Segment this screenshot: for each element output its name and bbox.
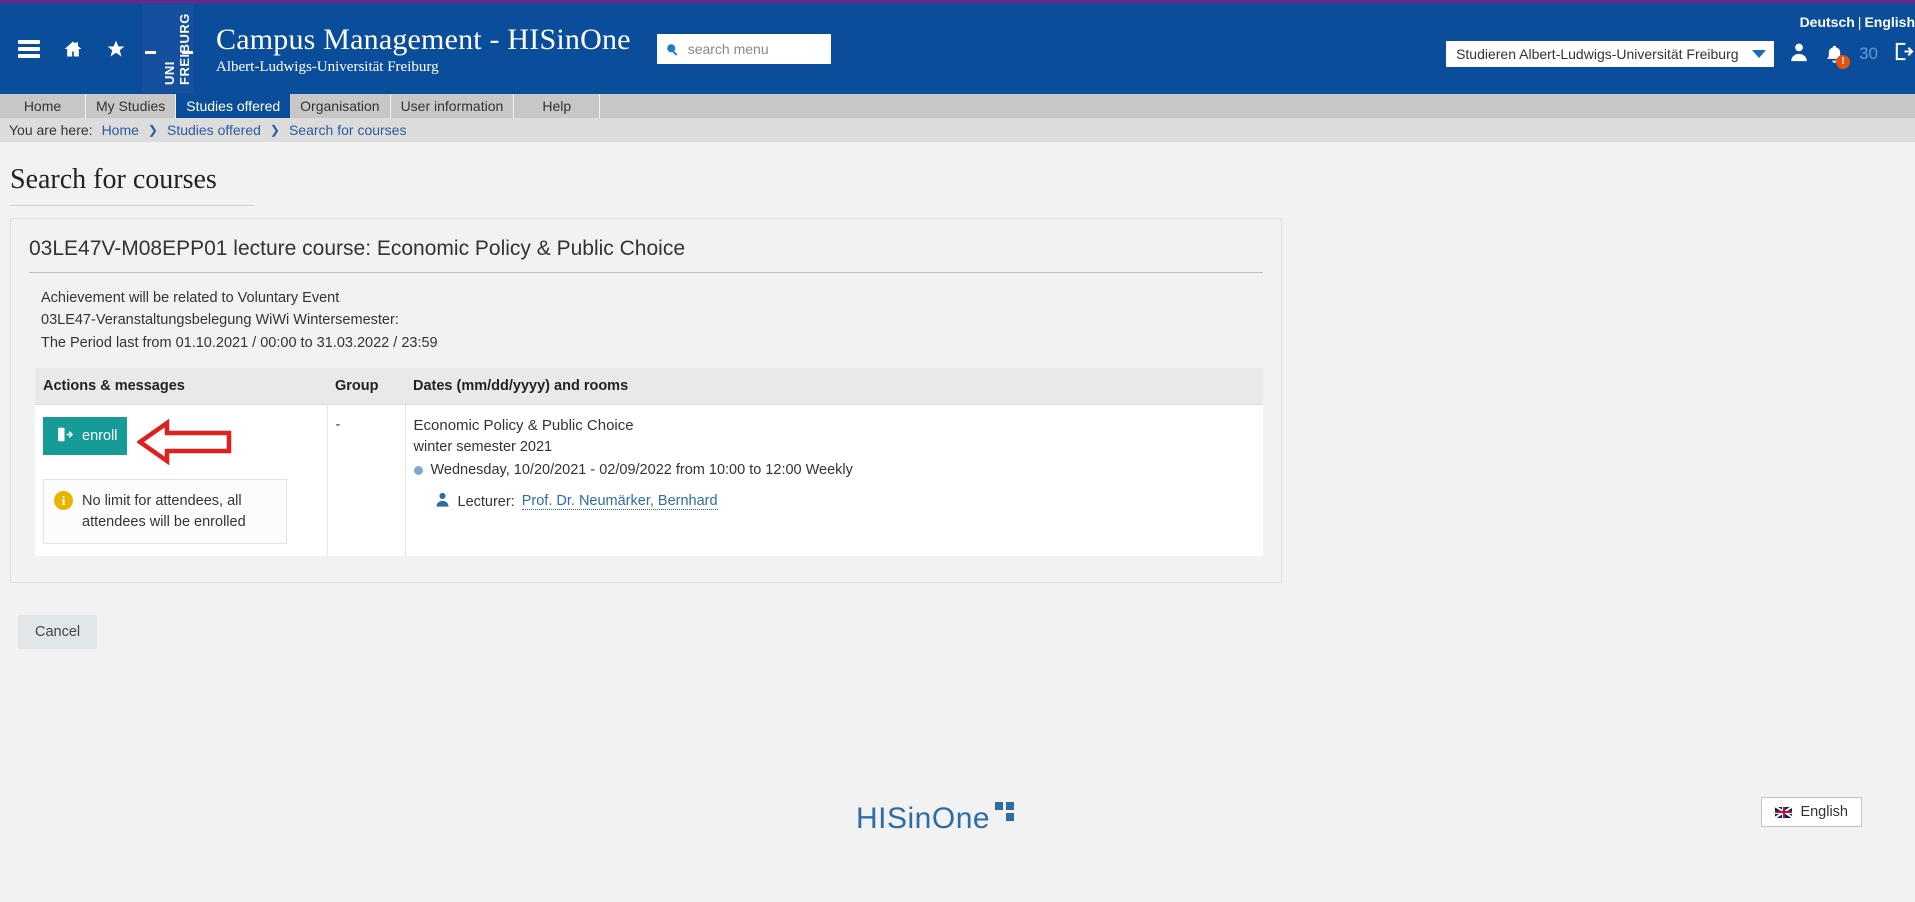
nav-tab-user-information-label: User information [400,98,504,114]
breadcrumb-chevron-icon-2: ❯ [269,123,280,137]
brand-block: Campus Management - HISinOne Albert-Ludw… [216,23,631,76]
nav-tab-organisation[interactable]: Organisation [290,94,391,118]
nav-tab-user-information[interactable]: User information [390,94,515,118]
nav-tab-studies-offered[interactable]: Studies offered [176,94,291,118]
session-timer-counter: 30 [1859,44,1878,63]
breadcrumb: You are here: Home ❯ Studies offered ❯ S… [0,118,1915,142]
course-table: Actions & messages Group Dates (mm/dd/yy… [35,368,1263,556]
course-card: 03LE47V-M08EPP01 lecture course: Economi… [10,218,1282,583]
university-logo[interactable]: UNI FREIBURG [142,5,194,93]
lecturer-person-icon [434,491,451,512]
lecturer-link[interactable]: Prof. Dr. Neumärker, Bernhard [521,493,718,511]
column-header-group: Group [327,368,405,406]
search-icon [665,42,680,57]
menu-burger-icon[interactable] [18,40,40,58]
table-row: enroll i No limit for attendees, all att… [35,404,1263,556]
breadcrumb-prefix: You are here: [9,122,93,138]
page-footer: HISinOne English [0,782,1915,902]
column-header-dates: Dates (mm/dd/yyyy) and rooms [405,368,1263,406]
app-title: Campus Management - HISinOne [216,22,631,56]
header-right-group: Deutsch | English Studieren Albert-Ludwigs… [1395,4,1915,94]
organisation-select-value: Studieren Albert-Ludwigs-Universität Fre… [1456,46,1739,62]
schedule-bullet-icon [413,465,423,475]
language-link-english[interactable]: English [1864,14,1915,30]
logout-icon[interactable] [1892,40,1915,68]
language-separator: | [1857,14,1862,30]
nav-tab-organisation-label: Organisation [300,98,380,114]
footer-language-label: English [1800,804,1848,820]
header-controls: Studieren Albert-Ludwigs-Universität Fre… [1446,40,1915,69]
nav-filler [600,94,1915,118]
course-card-heading: 03LE47V-M08EPP01 lecture course: Economi… [29,237,686,260]
nav-tab-help[interactable]: Help [514,94,601,118]
attendees-info-box: i No limit for attendees, all attendees … [43,479,287,544]
menu-search-box[interactable] [656,34,831,64]
course-description-line-3: The Period last from 01.10.2021 / 00:00 … [41,334,438,351]
attendees-info-message: No limit for attendees, all attendees wi… [82,493,246,530]
app-header: UNI FREIBURG Campus Management - HISinOn… [0,4,1915,94]
favorites-star-icon[interactable] [106,39,126,59]
logo-text-uni: UNI [162,61,177,85]
enroll-button-label: enroll [82,428,118,445]
logo-text-freiburg: FREIBURG [177,13,192,85]
footer-language-button[interactable]: English [1761,797,1862,827]
breadcrumb-chevron-icon: ❯ [147,123,158,137]
app-subtitle: Albert-Ludwigs-Universität Freiburg [216,58,439,75]
nav-tab-home-label: Home [23,98,62,114]
event-schedule-line: Wednesday, 10/20/2021 - 02/09/2022 from … [413,462,1256,479]
breadcrumb-item-home[interactable]: Home [102,122,139,138]
uk-flag-icon [1775,806,1793,818]
red-pointer-arrow-icon [136,419,233,469]
enroll-button[interactable]: enroll [43,417,127,456]
event-title: Economic Policy & Public Choice [413,417,634,435]
lecturer-label: Lecturer: [457,493,515,510]
course-description-line-2: 03LE47-Veranstaltungsbelegung WiWi Winte… [41,312,399,329]
cell-dates: Economic Policy & Public Choice winter s… [405,404,1263,556]
main-navigation: Home My Studies Studies offered Organisa… [0,94,1915,118]
cell-group: - [327,404,406,556]
info-icon: i [54,491,73,511]
nav-tab-home[interactable]: Home [0,94,86,118]
logo-bar-left [145,51,156,54]
course-table-head: Actions & messages Group Dates (mm/dd/yy… [35,368,1263,406]
nav-tab-my-studies-label: My Studies [96,98,166,114]
notification-badge: ! [1836,54,1851,69]
course-table-body: enroll i No limit for attendees, all att… [35,404,1263,556]
language-switcher: Deutsch | English [1800,14,1915,30]
breadcrumb-item-studies-offered[interactable]: Studies offered [167,122,261,138]
course-description-line-1: Achievement will be related to Voluntary… [41,290,340,306]
event-semester: winter semester 2021 [413,439,553,456]
home-icon[interactable] [62,39,84,59]
course-description: Achievement will be related to Voluntary… [11,273,1281,368]
event-schedule-text: Wednesday, 10/20/2021 - 02/09/2022 from … [430,462,853,479]
user-profile-icon[interactable] [1788,41,1810,68]
nav-tab-help-label: Help [542,98,572,114]
nav-tab-my-studies[interactable]: My Studies [86,94,177,118]
language-link-german[interactable]: Deutsch [1800,14,1855,30]
hisinone-logo-squares-icon [995,802,1021,832]
column-header-actions: Actions & messages [35,368,327,406]
table-header-row: Actions & messages Group Dates (mm/dd/yy… [35,368,1263,406]
cancel-button[interactable]: Cancel [18,615,98,649]
hisinone-logo: HISinOne [856,802,1021,836]
hisinone-logo-text: HISinOne [856,802,991,835]
event-lecturer-line: Lecturer: Prof. Dr. Neumärker, Bernhard [434,491,1256,512]
breadcrumb-item-search-for-courses[interactable]: Search for courses [289,122,407,138]
page-title-rule [10,205,254,206]
notifications-bell-icon[interactable]: ! [1824,44,1851,69]
page-title: Search for courses [10,164,217,195]
chevron-down-icon [1752,50,1767,58]
cell-actions: enroll i No limit for attendees, all att… [35,404,328,556]
enroll-door-icon [56,426,74,447]
nav-tab-studies-offered-label: Studies offered [186,98,281,114]
organisation-select[interactable]: Studieren Albert-Ludwigs-Universität Fre… [1446,41,1775,67]
page-body: Search for courses 03LE47V-M08EPP01 lect… [0,142,1915,649]
enroll-row: enroll [43,417,319,469]
header-icon-group [0,39,126,59]
search-input[interactable] [687,41,823,57]
